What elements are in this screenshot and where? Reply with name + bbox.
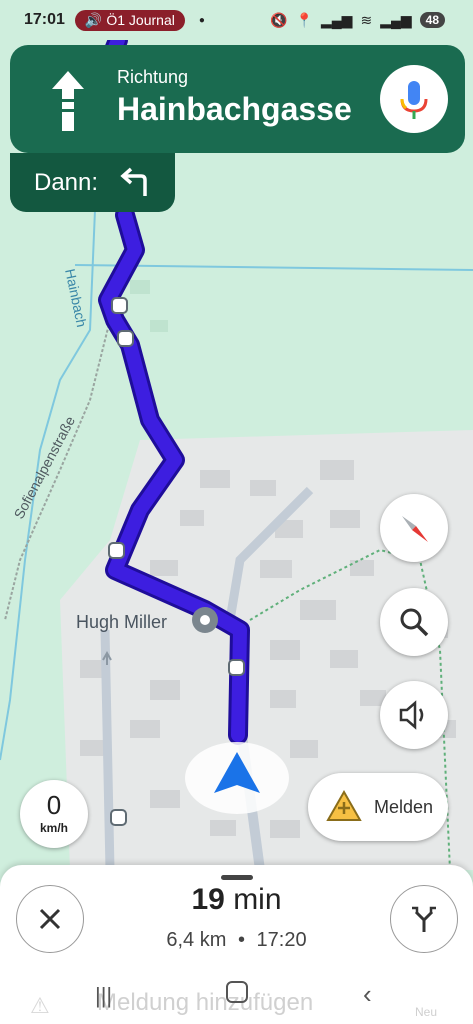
sound-button[interactable] <box>380 681 448 749</box>
place-label: Hugh Miller <box>76 612 167 632</box>
recent-apps-icon[interactable]: ||| <box>95 983 112 1009</box>
search-button[interactable] <box>380 588 448 656</box>
signal-icon-2: ▂▄▆ <box>380 11 412 28</box>
speed-unit: km/h <box>39 821 68 835</box>
trip-summary: 6,4 km • 17:20 <box>140 929 333 952</box>
street-name: Hainbachgasse <box>117 91 352 127</box>
trip-distance: 6,4 km <box>166 929 227 951</box>
drag-handle[interactable] <box>221 875 253 880</box>
wifi-icon: ≋ <box>360 11 373 28</box>
speaker-icon: 🔊 <box>84 11 103 28</box>
then-label: Dann: <box>34 169 99 196</box>
mute-icon: 🔇 <box>270 11 288 28</box>
speed-value: 0 <box>46 790 62 820</box>
next-maneuver-box[interactable]: Dann: <box>10 153 175 212</box>
report-button[interactable]: Melden <box>308 773 448 841</box>
back-icon[interactable]: ‹ <box>363 979 372 1010</box>
ghost-new-badge: Neu <box>415 1005 438 1019</box>
arrival-time: 17:20 <box>256 929 307 951</box>
alternate-routes-button[interactable] <box>390 885 458 953</box>
compass-button[interactable] <box>380 494 448 562</box>
battery-badge: 48 <box>419 12 445 28</box>
signal-icon: ▂▄▆ <box>321 11 353 28</box>
status-icons: 🔇 📍 ▂▄▆ ≋ ▂▄▆ 48 <box>270 12 445 29</box>
search-icon <box>400 608 429 637</box>
report-warning-icon <box>326 789 362 821</box>
speedometer: 0 km/h <box>20 780 88 848</box>
eta-min-label: min <box>233 883 282 916</box>
eta-duration: 19 min <box>150 883 323 917</box>
microphone-icon <box>400 81 428 119</box>
media-chip[interactable]: 🔊 Ö1 Journal <box>74 9 185 31</box>
separator: • <box>237 929 245 951</box>
volume-icon <box>399 700 424 730</box>
ghost-add-report-text: Meldung hinzufügen <box>97 989 314 1016</box>
straight-arrow-icon <box>52 71 84 131</box>
location-icon: 📍 <box>295 11 313 28</box>
notification-dot-icon: ● <box>198 14 205 26</box>
report-label: Melden <box>374 796 434 817</box>
warning-ghost-icon: ⚠ <box>30 993 50 1018</box>
turn-left-icon <box>120 167 147 196</box>
close-icon <box>39 908 61 930</box>
navigation-banner[interactable]: Richtung Hainbachgasse <box>10 45 465 153</box>
home-icon[interactable] <box>226 981 248 1003</box>
voice-search-button[interactable] <box>380 65 448 133</box>
compass-icon <box>402 516 428 542</box>
exit-navigation-button[interactable] <box>16 885 84 953</box>
system-navigation-bar: ⚠ Meldung hinzufügen Neu ||| ‹ <box>0 975 473 1024</box>
direction-label: Richtung <box>117 67 189 87</box>
fork-route-icon <box>412 906 436 932</box>
status-time: 17:01 <box>24 11 65 28</box>
media-label: Ö1 Journal <box>106 12 175 28</box>
status-bar: 17:01 🔊 Ö1 Journal ● 🔇 📍 ▂▄▆ ≋ ▂▄▆ 48 <box>0 0 473 40</box>
eta-minutes: 19 <box>191 883 225 916</box>
